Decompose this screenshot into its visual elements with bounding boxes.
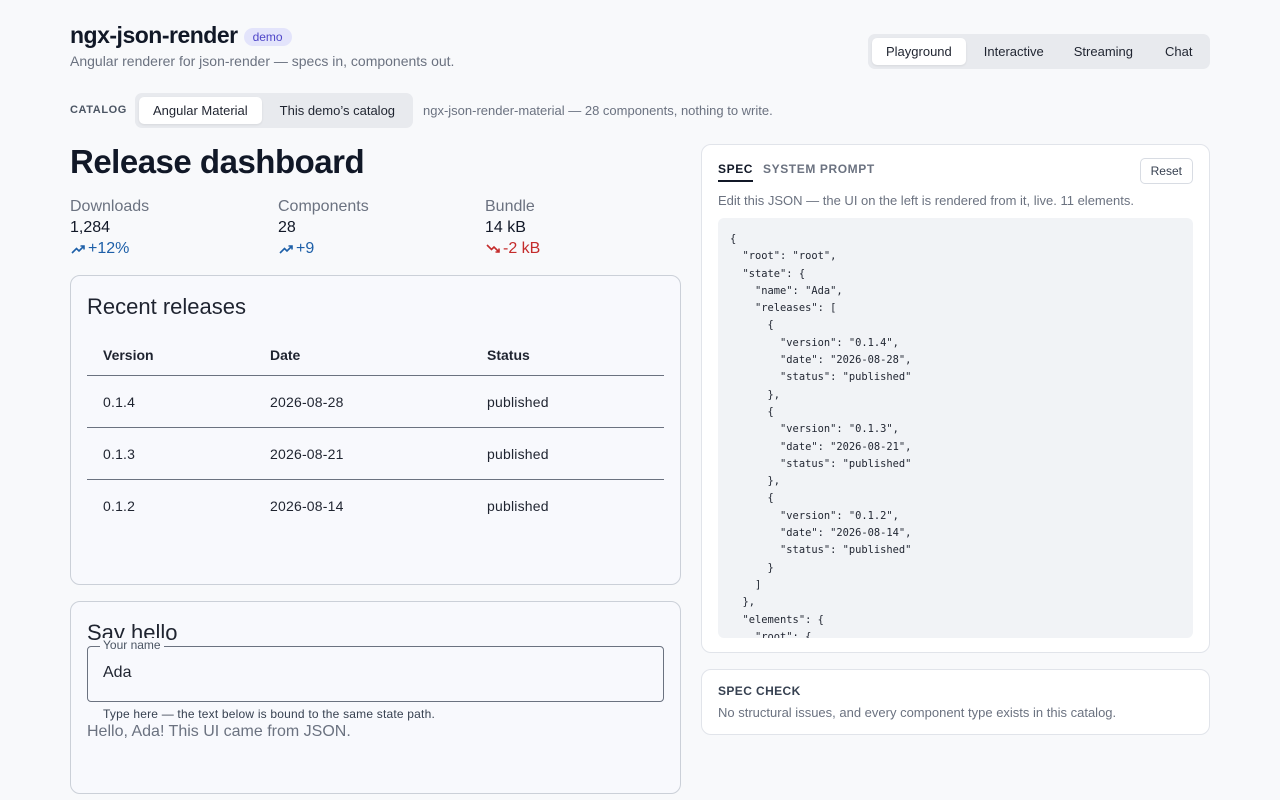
spec-check-message: No structural issues, and every componen… bbox=[718, 705, 1117, 720]
trending-up-icon bbox=[71, 245, 85, 254]
catalog-option-demo[interactable]: This demo’s catalog bbox=[266, 97, 409, 124]
cell-date: 2026-08-21 bbox=[270, 446, 344, 462]
stat-label: Components bbox=[278, 198, 369, 215]
spec-check-panel: SPEC CHECK No structural issues, and eve… bbox=[701, 669, 1210, 735]
cell-date: 2026-08-14 bbox=[270, 498, 344, 514]
stat-value: 28 bbox=[278, 219, 296, 236]
stat-downloads: Downloads 1,284 +12% bbox=[70, 198, 149, 258]
releases-title: Recent releases bbox=[87, 294, 246, 319]
app-header: ngx-json-render demo bbox=[70, 22, 292, 49]
stat-label: Downloads bbox=[70, 198, 150, 215]
spec-panel: SPEC SYSTEM PROMPT Reset Edit this JSON … bbox=[701, 144, 1210, 653]
app-subtitle: Angular renderer for json-render — specs… bbox=[70, 53, 455, 69]
releases-card: Recent releases Version Date Status 0.1.… bbox=[70, 275, 681, 585]
spec-editor[interactable]: { "root": "root", "state": { "name": "Ad… bbox=[718, 218, 1193, 638]
stat-label: Bundle bbox=[485, 198, 535, 215]
cell-version: 0.1.2 bbox=[103, 498, 136, 514]
spec-description: Edit this JSON — the UI on the left is r… bbox=[718, 193, 1134, 208]
stat-delta-value: +9 bbox=[296, 240, 315, 257]
hello-card: Say hello Your name Type here — the text… bbox=[70, 601, 681, 794]
spec-check-title: SPEC CHECK bbox=[718, 684, 801, 698]
table-row: 0.1.2 2026-08-14 published bbox=[87, 480, 664, 532]
stat-delta: +12% bbox=[70, 240, 149, 258]
stat-delta: +9 bbox=[278, 240, 369, 258]
name-field-hint: Type here — the text below is bound to t… bbox=[103, 707, 435, 721]
name-field-label: Your name bbox=[100, 638, 164, 652]
tab-system-prompt[interactable]: SYSTEM PROMPT bbox=[763, 162, 875, 180]
trending-down-icon bbox=[486, 244, 500, 253]
main-nav: Playground Interactive Streaming Chat bbox=[868, 34, 1210, 69]
greeting-text: Hello, Ada! This UI came from JSON. bbox=[87, 723, 351, 740]
stat-delta-value: -2 kB bbox=[503, 240, 541, 257]
catalog-label: CATALOG bbox=[70, 104, 127, 116]
column-header-status: Status bbox=[487, 347, 530, 363]
cell-version: 0.1.4 bbox=[103, 394, 136, 410]
nav-tab-playground[interactable]: Playground bbox=[872, 38, 966, 65]
cell-status: published bbox=[487, 394, 549, 410]
catalog-option-angular-material[interactable]: Angular Material bbox=[139, 97, 262, 124]
catalog-switch: Angular Material This demo’s catalog bbox=[135, 93, 414, 128]
reset-button[interactable]: Reset bbox=[1139, 158, 1193, 184]
column-header-date: Date bbox=[270, 347, 301, 363]
nav-tab-interactive[interactable]: Interactive bbox=[970, 38, 1058, 65]
cell-date: 2026-08-28 bbox=[270, 394, 344, 410]
cell-status: published bbox=[487, 498, 549, 514]
table-row: 0.1.3 2026-08-21 published bbox=[87, 428, 664, 480]
catalog-note: ngx-json-render-material — 28 components… bbox=[423, 103, 773, 118]
cell-version: 0.1.3 bbox=[103, 446, 136, 462]
cell-status: published bbox=[487, 446, 549, 462]
stat-bundle: Bundle 14 kB -2 kB bbox=[485, 198, 540, 258]
stat-value: 14 kB bbox=[485, 219, 526, 236]
demo-badge: demo bbox=[243, 28, 292, 46]
stat-value: 1,284 bbox=[70, 219, 111, 236]
stat-delta-value: +12% bbox=[88, 240, 130, 257]
table-row: 0.1.4 2026-08-28 published bbox=[87, 376, 664, 428]
stat-components: Components 28 +9 bbox=[278, 198, 369, 258]
name-field: Your name bbox=[87, 638, 664, 702]
nav-tab-streaming[interactable]: Streaming bbox=[1060, 38, 1147, 65]
table-header: Version Date Status bbox=[87, 331, 664, 376]
name-input[interactable] bbox=[103, 664, 603, 682]
trending-up-icon bbox=[279, 245, 293, 254]
app-title: ngx-json-render bbox=[70, 22, 238, 48]
dashboard-title: Release dashboard bbox=[70, 143, 365, 180]
nav-tab-chat[interactable]: Chat bbox=[1151, 38, 1206, 65]
stat-delta: -2 kB bbox=[485, 240, 540, 258]
column-header-version: Version bbox=[103, 347, 154, 363]
tab-spec[interactable]: SPEC bbox=[718, 162, 754, 182]
